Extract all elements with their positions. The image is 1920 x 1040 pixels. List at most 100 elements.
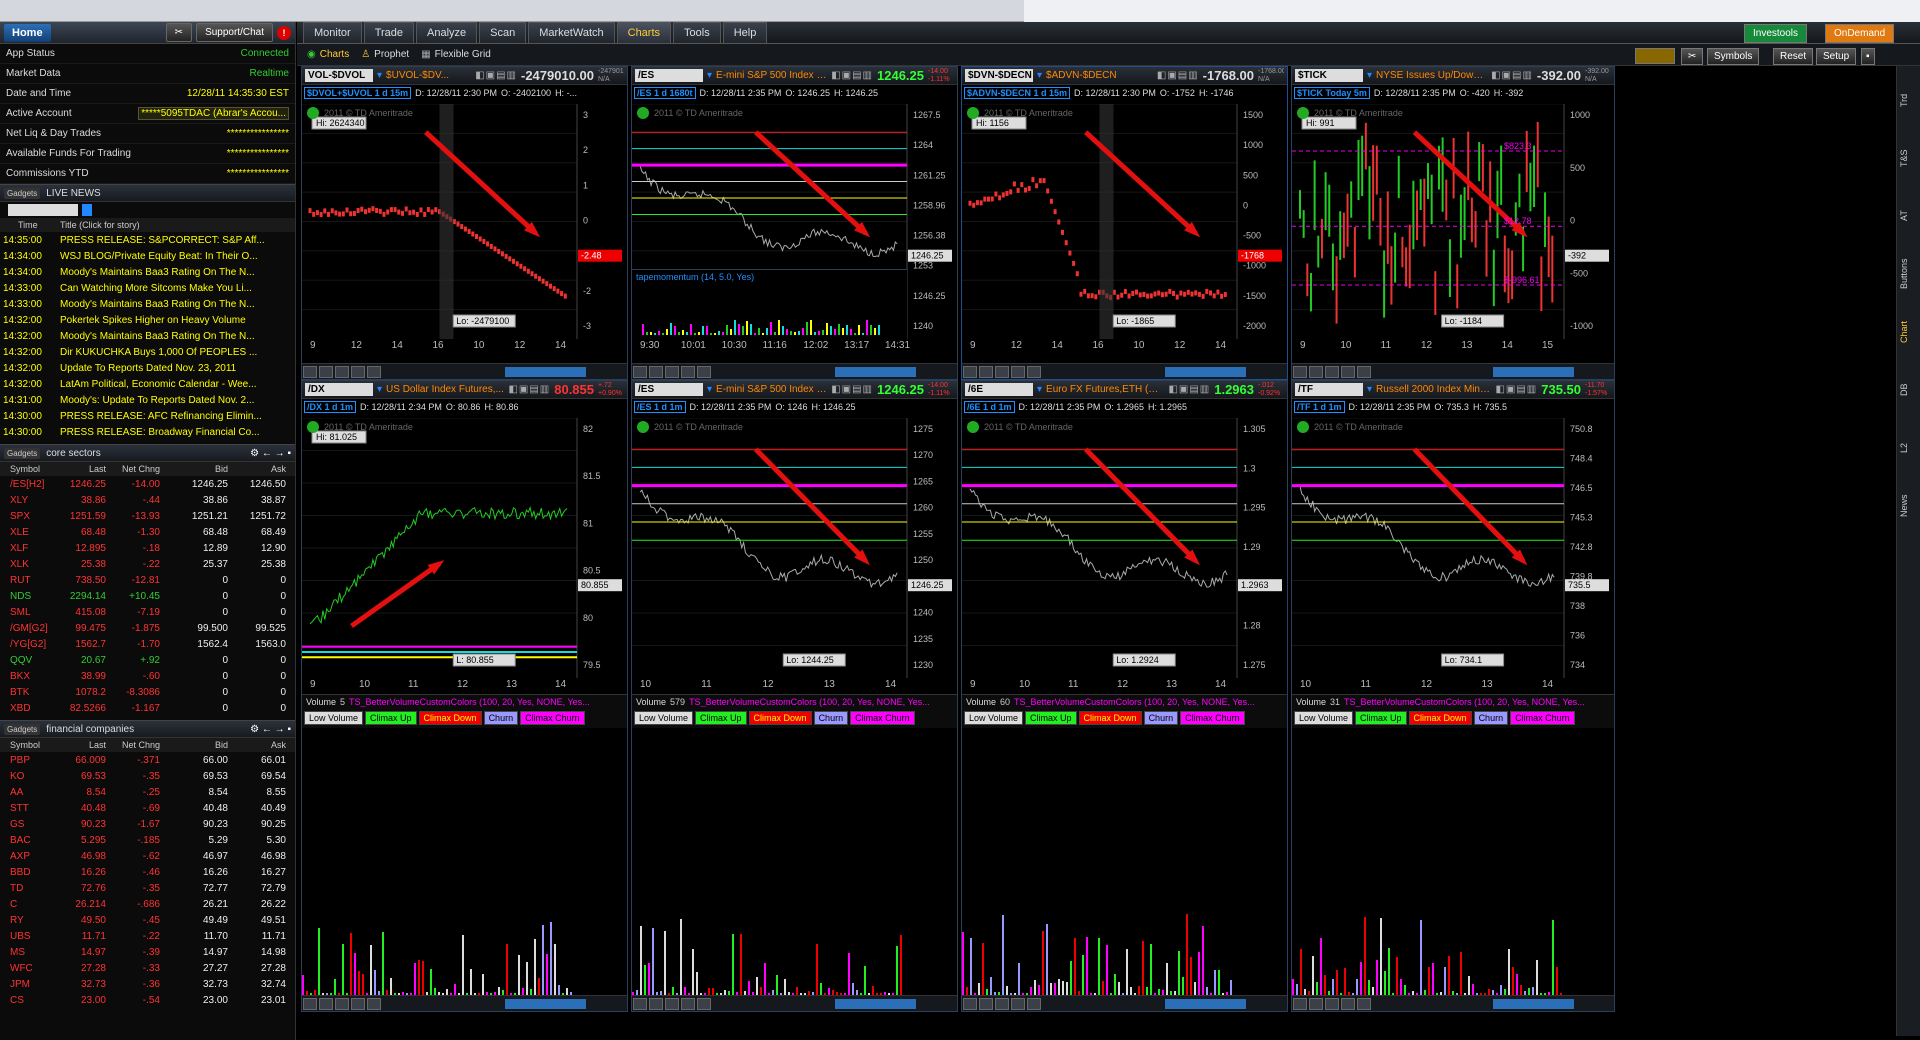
toolbar-button[interactable] <box>633 998 647 1010</box>
quote-row[interactable]: JPM 32.73 -.36 32.73 32.74 <box>0 976 295 992</box>
dropdown-icon[interactable]: ▾ <box>1367 70 1372 81</box>
scrollbar-thumb[interactable] <box>504 999 587 1009</box>
news-item[interactable]: 14:31:00 Moody's: Update To Reports Dated… <box>0 392 295 408</box>
chart-tools-icons[interactable]: ◧▣▤▥ <box>508 384 550 395</box>
tab-analyze[interactable]: Analyze <box>416 22 478 43</box>
volume-legend-item[interactable]: Low Volume <box>964 711 1024 725</box>
quote-row[interactable]: STT 40.48 -.69 40.48 40.49 <box>0 800 295 816</box>
quote-row[interactable]: KO 69.53 -.35 69.53 69.54 <box>0 768 295 784</box>
scrollbar-thumb[interactable] <box>1492 999 1574 1009</box>
col-header[interactable]: Ask <box>228 740 286 750</box>
toolbar-button[interactable] <box>1341 366 1355 378</box>
toolbar-button[interactable] <box>1293 998 1307 1010</box>
volume-legend-item[interactable]: Churn <box>1473 711 1509 725</box>
quote-row[interactable]: SML 415.08 -7.19 0 0 <box>0 604 295 620</box>
symbol-input[interactable]: /TF <box>1295 383 1363 396</box>
info-icon[interactable] <box>967 421 979 433</box>
toolbar-button[interactable] <box>303 366 317 378</box>
quote-row[interactable]: BTK 1078.2 -8.3086 0 0 <box>0 684 295 700</box>
gadgets-button[interactable]: Gadgets <box>4 187 41 199</box>
symbol-input[interactable]: $TICK <box>1295 69 1363 82</box>
chart-aggregation[interactable]: $DVOL+$UVOL 1 d 15m <box>304 86 412 99</box>
chart-tools-icons[interactable]: ◧▣▤▥ <box>831 384 873 395</box>
news-item[interactable]: 14:33:00 Can Watching More Sitcoms Make Y… <box>0 280 295 296</box>
info-icon[interactable] <box>307 421 319 433</box>
tools-icon[interactable]: ✂ <box>165 23 193 42</box>
volume-legend-item[interactable]: Climax Churn <box>1180 711 1245 725</box>
quote-row[interactable]: QQV 20.67 +.92 0 0 <box>0 652 295 668</box>
toolbar-button[interactable] <box>995 998 1009 1010</box>
quote-row[interactable]: RUT 738.50 -12.81 0 0 <box>0 572 295 588</box>
quote-row[interactable]: /ES[H2] 1246.25 -14.00 1246.25 1246.50 <box>0 476 295 492</box>
news-item[interactable]: 14:33:00 Moody's Maintains Baa3 Rating On… <box>0 296 295 312</box>
news-filter-input[interactable] <box>8 204 78 216</box>
toolbar-button[interactable] <box>665 998 679 1010</box>
volume-legend-item[interactable]: Low Volume <box>634 711 694 725</box>
news-item[interactable]: 14:32:00 LatAm Political, Economic Calend… <box>0 376 295 392</box>
col-header[interactable]: Symbol <box>0 740 56 750</box>
volume-study[interactable]: TS_BetterVolumeCustomColors (100, 20, Ye… <box>1014 697 1255 707</box>
tab-marketwatch[interactable]: MarketWatch <box>528 22 615 43</box>
side-tab-7[interactable]: News <box>1899 480 1919 532</box>
price-chart[interactable]: 1275127012651260125512501245124012351230… <box>632 418 958 678</box>
tab-monitor[interactable]: Monitor <box>303 22 362 43</box>
volume-legend-item[interactable]: Climax Down <box>418 711 482 725</box>
status-value[interactable]: *****5095TDAC (Abrar's Accou... <box>138 107 289 120</box>
toolbar-button[interactable] <box>1341 998 1355 1010</box>
toolbar-button[interactable] <box>303 998 317 1010</box>
chart-aggregation[interactable]: $TICK Today 5m <box>1294 86 1370 99</box>
quote-row[interactable]: TD 72.76 -.35 72.77 72.79 <box>0 880 295 896</box>
side-tab-3[interactable]: Buttons <box>1899 248 1919 300</box>
volume-legend-item[interactable]: Climax Up <box>1025 711 1077 725</box>
side-tab-4[interactable]: Chart <box>1899 306 1919 358</box>
info-icon[interactable] <box>967 107 979 119</box>
charts-subtab[interactable]: ◉ Charts <box>307 49 349 60</box>
annotation-arrow[interactable] <box>753 447 868 563</box>
side-tab-2[interactable]: AT <box>1899 190 1919 242</box>
quote-row[interactable]: XBD 82.5266 -1.167 0 0 <box>0 700 295 716</box>
quote-row[interactable]: CS 23.00 -.54 23.00 23.01 <box>0 992 295 1008</box>
price-chart[interactable]: 1.3051.31.2951.291.2851.281.275Lo: 1.292… <box>962 418 1288 678</box>
dropdown-icon[interactable]: ▾ <box>377 70 382 81</box>
quote-row[interactable]: BBD 16.26 -.46 16.26 16.27 <box>0 864 295 880</box>
quote-row[interactable]: AA 8.54 -.25 8.54 8.55 <box>0 784 295 800</box>
annotation-arrow[interactable] <box>1083 447 1198 563</box>
toolbar-button[interactable] <box>979 998 993 1010</box>
quote-row[interactable]: C 26.214 -.686 26.21 26.22 <box>0 896 295 912</box>
price-chart[interactable]: 1000 500 0 -500 -1000 Hi: 991 Lo: -1184 -392 $82… <box>1292 104 1615 339</box>
quote-row[interactable]: XLE 68.48 -1.30 68.48 68.49 <box>0 524 295 540</box>
quote-row[interactable]: /GM[G2] 99.475 -1.875 99.500 99.525 <box>0 620 295 636</box>
symbol-input[interactable]: /ES <box>635 69 703 82</box>
quote-row[interactable]: XLY 38.86 -.44 38.86 38.87 <box>0 492 295 508</box>
toolbar-button[interactable] <box>1357 366 1371 378</box>
volume-study[interactable]: TS_BetterVolumeCustomColors (100, 20, Ye… <box>1344 697 1585 707</box>
volume-study[interactable]: TS_BetterVolumeCustomColors (100, 20, Ye… <box>349 697 590 707</box>
price-chart[interactable]: 82 81.5 81 80.5 80 79.5 Hi: 81.025 L: 80.855 80.… <box>302 418 628 678</box>
toolbar-button[interactable] <box>335 998 349 1010</box>
tab-charts[interactable]: Charts <box>616 22 672 43</box>
toolbar-button[interactable] <box>1309 998 1323 1010</box>
volume-legend-item[interactable]: Climax Down <box>1408 711 1472 725</box>
price-chart[interactable]: 750.8748.4746.5745.3742.8739.8738736734L… <box>1292 418 1615 678</box>
symbol-input[interactable]: $DVN-$DECN <box>965 69 1033 82</box>
col-header[interactable]: Symbol <box>0 464 56 474</box>
news-item[interactable]: 14:32:00 Moody's Maintains Baa3 Rating On… <box>0 328 295 344</box>
volume-legend-item[interactable]: Churn <box>813 711 849 725</box>
quote-row[interactable]: XLF 12.895 -.18 12.89 12.90 <box>0 540 295 556</box>
scrollbar-thumb[interactable] <box>834 999 917 1009</box>
gadgets-button-3[interactable]: Gadgets <box>4 723 41 735</box>
reset-button[interactable]: Reset <box>1773 48 1814 65</box>
chart-aggregation[interactable]: /ES 1 d 1680t <box>634 86 696 99</box>
ondemand-button[interactable]: OnDemand <box>1825 24 1895 43</box>
news-item[interactable]: 14:32:00 Dir KUKUCHKA Buys 1,000 Of PEOPL… <box>0 344 295 360</box>
volume-legend-item[interactable]: Climax Down <box>1078 711 1142 725</box>
volume-legend-item[interactable]: Low Volume <box>304 711 364 725</box>
toolbar-button[interactable] <box>351 366 365 378</box>
investools-button[interactable]: Investools <box>1744 24 1808 43</box>
home-button[interactable]: Home <box>4 23 51 42</box>
quote-row[interactable]: XLK 25.38 -.22 25.37 25.38 <box>0 556 295 572</box>
price-chart[interactable]: 1500 1000 500 0 -500 -1000 -1500 -2000 Hi: 1156 L… <box>962 104 1288 339</box>
symbols-button[interactable]: Symbols <box>1707 48 1760 65</box>
dropdown-icon[interactable]: ▾ <box>1037 70 1042 81</box>
chart-tools-icons[interactable]: ◧▣▤▥ <box>1491 70 1533 81</box>
